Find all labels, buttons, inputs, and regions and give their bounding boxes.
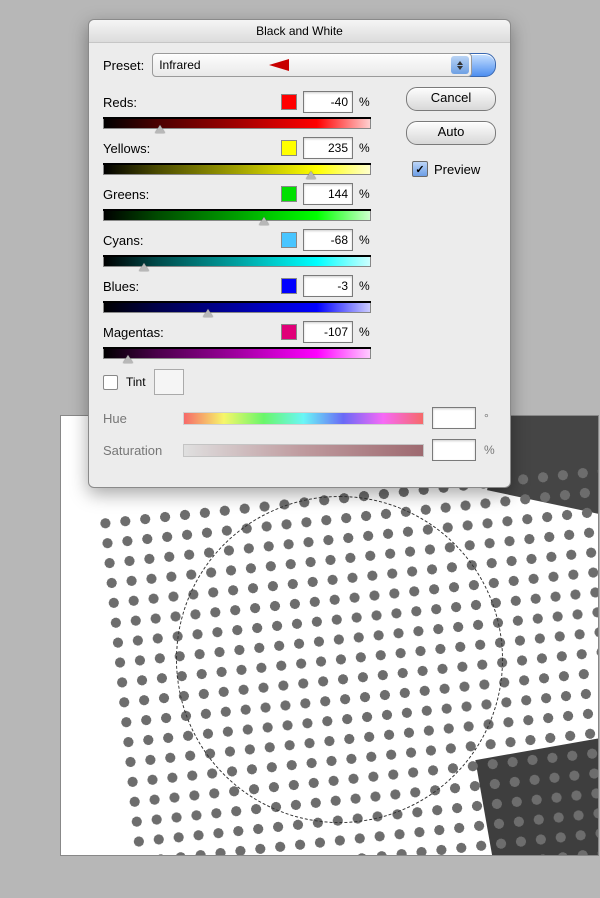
slider-row: Reds:% xyxy=(103,91,371,129)
percent-label: % xyxy=(359,95,371,109)
annotation-arrow-icon xyxy=(269,59,289,71)
slider-gradient[interactable] xyxy=(103,119,371,129)
dialog-title: Black and White xyxy=(256,24,343,38)
slider-value-input[interactable] xyxy=(303,229,353,251)
preview-checkbox[interactable]: ✓ xyxy=(412,161,428,177)
saturation-slider xyxy=(183,444,424,457)
saturation-input[interactable] xyxy=(432,439,476,461)
tint-label: Tint xyxy=(126,375,146,389)
slider-handle[interactable] xyxy=(306,171,316,179)
preview-label: Preview xyxy=(434,162,480,177)
dropdown-arrows-icon xyxy=(451,56,469,74)
slider-label: Greens: xyxy=(103,187,149,202)
slider-row: Blues:% xyxy=(103,275,371,313)
color-swatch xyxy=(281,186,297,202)
slider-gradient[interactable] xyxy=(103,303,371,313)
slider-handle[interactable] xyxy=(203,309,213,317)
preset-value: Infrared xyxy=(159,58,200,72)
slider-handle[interactable] xyxy=(155,125,165,133)
percent-label: % xyxy=(359,325,371,339)
slider-label: Blues: xyxy=(103,279,139,294)
dialog-titlebar: Black and White xyxy=(89,20,510,43)
slider-label: Yellows: xyxy=(103,141,150,156)
hue-slider xyxy=(183,412,424,425)
preset-label: Preset: xyxy=(103,58,144,73)
slider-gradient[interactable] xyxy=(103,257,371,267)
slider-value-input[interactable] xyxy=(303,137,353,159)
slider-row: Cyans:% xyxy=(103,229,371,267)
preset-dropdown[interactable]: Infrared xyxy=(152,53,472,77)
slider-handle[interactable] xyxy=(123,355,133,363)
color-swatch xyxy=(281,324,297,340)
cancel-button[interactable]: Cancel xyxy=(406,87,496,111)
tint-checkbox[interactable] xyxy=(103,375,118,390)
color-swatch xyxy=(281,278,297,294)
color-swatch xyxy=(281,140,297,156)
auto-button[interactable]: Auto xyxy=(406,121,496,145)
slider-label: Magentas: xyxy=(103,325,164,340)
slider-handle[interactable] xyxy=(139,263,149,271)
slider-row: Magentas:% xyxy=(103,321,371,359)
hue-unit: ° xyxy=(484,411,496,425)
tint-color-swatch[interactable] xyxy=(154,369,184,395)
percent-label: % xyxy=(359,187,371,201)
slider-row: Greens:% xyxy=(103,183,371,221)
color-swatch xyxy=(281,232,297,248)
saturation-unit: % xyxy=(484,443,496,457)
slider-gradient[interactable] xyxy=(103,165,371,175)
hue-input[interactable] xyxy=(432,407,476,429)
percent-label: % xyxy=(359,233,371,247)
slider-handle[interactable] xyxy=(259,217,269,225)
slider-label: Reds: xyxy=(103,95,137,110)
slider-value-input[interactable] xyxy=(303,91,353,113)
slider-gradient[interactable] xyxy=(103,211,371,221)
slider-row: Yellows:% xyxy=(103,137,371,175)
slider-label: Cyans: xyxy=(103,233,143,248)
slider-gradient[interactable] xyxy=(103,349,371,359)
elliptical-selection-marquee[interactable] xyxy=(176,496,503,823)
color-swatch xyxy=(281,94,297,110)
percent-label: % xyxy=(359,141,371,155)
black-and-white-dialog: Black and White OK Cancel Auto ✓ Preview… xyxy=(88,19,511,488)
hue-label: Hue xyxy=(103,411,175,426)
percent-label: % xyxy=(359,279,371,293)
slider-value-input[interactable] xyxy=(303,275,353,297)
saturation-label: Saturation xyxy=(103,443,175,458)
slider-value-input[interactable] xyxy=(303,321,353,343)
slider-value-input[interactable] xyxy=(303,183,353,205)
